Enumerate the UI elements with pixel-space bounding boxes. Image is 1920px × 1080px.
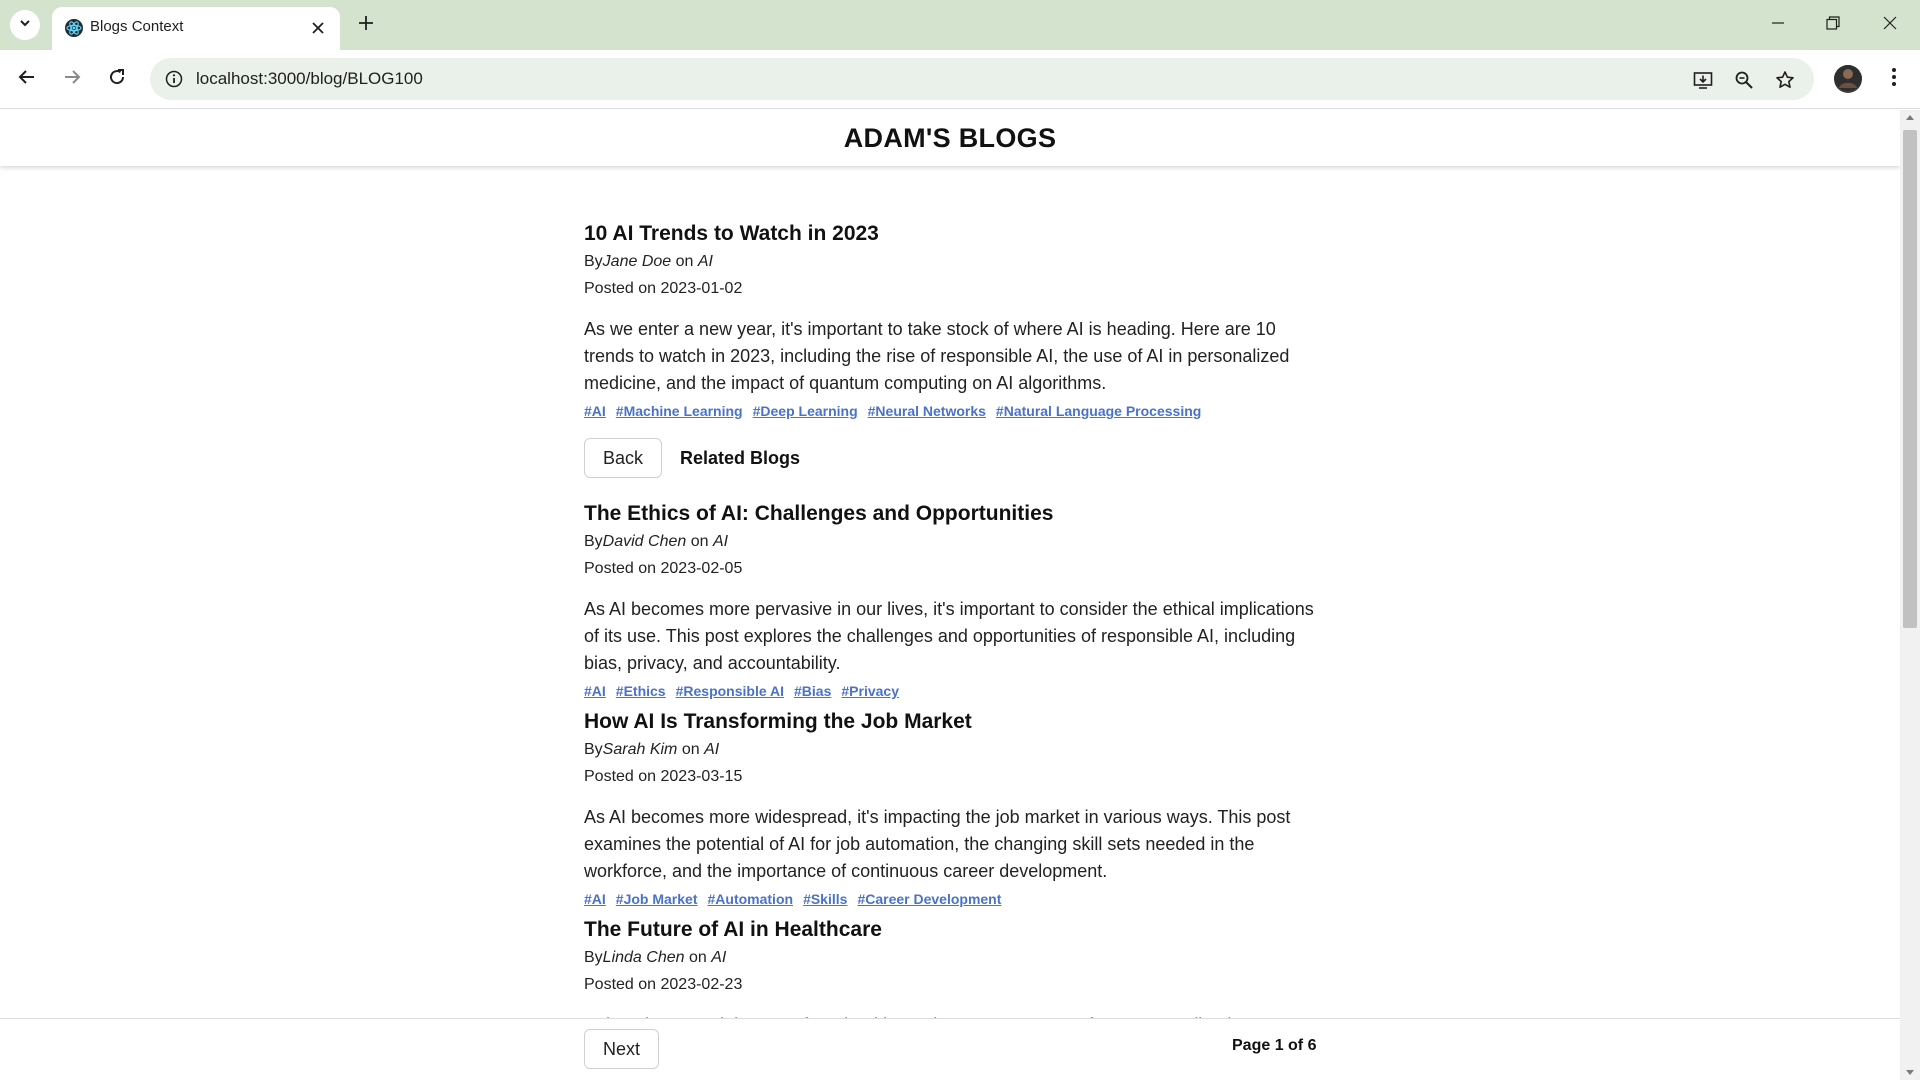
related-post-category: AI (711, 949, 727, 966)
url-text[interactable]: localhost:3000/blog/BLOG100 (196, 69, 423, 89)
restore-button[interactable] (1813, 10, 1853, 40)
post-actions: Back Related Blogs (584, 438, 1324, 478)
zoom-icon[interactable] (1731, 67, 1757, 93)
site-header: ADAM'S BLOGS (0, 110, 1900, 166)
new-tab-button[interactable] (352, 11, 380, 39)
tab-search-button[interactable] (10, 10, 40, 40)
reload-button[interactable] (101, 63, 133, 95)
related-post-author: Sarah Kim (602, 741, 678, 758)
related-post-meta: BySarah Kim on AI (584, 736, 1324, 763)
by-prefix: By (584, 533, 603, 550)
related-post-tags: #AI #Ethics #Responsible AI #Bias #Privacy (584, 681, 1324, 702)
on-word: on (684, 949, 712, 966)
profile-avatar[interactable] (1834, 65, 1862, 93)
close-icon[interactable] (308, 18, 328, 38)
tag-link[interactable]: #AI (584, 403, 606, 419)
tag-link[interactable]: #Responsible AI (676, 683, 784, 699)
browser-menu-button[interactable] (1878, 63, 1910, 95)
react-atom-icon (62, 16, 86, 40)
related-post-date: Posted on 2023-03-15 (584, 768, 743, 785)
tab-title: Blogs Context (90, 18, 184, 35)
related-post-title[interactable]: The Ethics of AI: Challenges and Opportu… (584, 500, 1324, 528)
on-word: on (686, 533, 713, 550)
install-app-icon[interactable] (1690, 67, 1716, 93)
plus-icon (358, 15, 374, 36)
blog-content: 10 AI Trends to Watch in 2023 ByJane Doe… (584, 220, 1324, 1045)
back-button[interactable]: Back (584, 438, 663, 478)
tag-link[interactable]: #Skills (803, 891, 847, 907)
related-post-author: Linda Chen (602, 949, 685, 966)
next-button[interactable]: Next (584, 1029, 660, 1069)
kebab-menu-icon (1891, 67, 1897, 92)
info-icon[interactable] (162, 67, 186, 91)
related-post-body: As AI becomes more widespread, it's impa… (584, 807, 1291, 881)
tag-link[interactable]: #Job Market (616, 891, 698, 907)
post-meta: ByJane Doe on AI (584, 248, 1324, 275)
arrow-right-icon (63, 68, 81, 91)
tab-blogs-context[interactable]: Blogs Context (52, 7, 340, 50)
tag-link[interactable]: #AI (584, 891, 606, 907)
page-viewport: ADAM'S BLOGS 10 AI Trends to Watch in 20… (0, 110, 1920, 1080)
post-tags: #AI #Machine Learning #Deep Learning #Neura… (584, 401, 1324, 422)
forward-nav-button[interactable] (56, 63, 88, 95)
post-body: As we enter a new year, it's important t… (584, 319, 1290, 393)
tag-link[interactable]: #Privacy (841, 683, 899, 699)
browser-toolbar: localhost:3000/blog/BLOG100 (0, 50, 1920, 109)
post-category: AI (697, 253, 713, 270)
related-post-tags: #AI #Job Market #Automation #Skills #Career … (584, 889, 1324, 910)
restore-icon (1826, 15, 1840, 35)
related-post-date: Posted on 2023-02-05 (584, 560, 743, 577)
main-post: 10 AI Trends to Watch in 2023 ByJane Doe… (584, 220, 1324, 422)
window-close-button[interactable] (1870, 10, 1910, 40)
window-close-icon (1883, 16, 1897, 35)
tag-link[interactable]: #Machine Learning (616, 403, 743, 419)
post-author: Jane Doe (602, 253, 672, 270)
by-prefix: By (584, 949, 603, 966)
related-blogs-list: The Ethics of AI: Challenges and Opportu… (584, 500, 1324, 1039)
page-scrollbar[interactable] (1900, 110, 1920, 1080)
minimize-icon (1771, 16, 1785, 35)
related-post-category: AI (712, 533, 729, 550)
page-indicator: Page 1 of 6 (1232, 1037, 1317, 1054)
related-post-meta: ByLinda Chen on AI (584, 944, 1324, 971)
tag-link[interactable]: #Neural Networks (868, 403, 986, 419)
scroll-down-arrow-icon[interactable] (1905, 1068, 1915, 1078)
address-bar[interactable]: localhost:3000/blog/BLOG100 (150, 58, 1814, 100)
minimize-button[interactable] (1758, 10, 1798, 40)
post-title: 10 AI Trends to Watch in 2023 (584, 222, 879, 245)
related-post-category: AI (704, 741, 720, 758)
tag-link[interactable]: #AI (584, 683, 606, 699)
on-word: on (677, 741, 705, 758)
by-prefix: By (584, 741, 603, 758)
related-post-title[interactable]: How AI Is Transforming the Job Market (584, 708, 1324, 736)
tag-link[interactable]: #Bias (794, 683, 831, 699)
related-post-author: David Chen (602, 533, 687, 550)
related-post-date: Posted on 2023-02-23 (584, 976, 743, 993)
tag-link[interactable]: #Career Development (857, 891, 1001, 907)
on-word: on (671, 253, 698, 270)
pagination-bar: Next Page 1 of 6 (0, 1018, 1900, 1080)
related-blogs-heading: Related Blogs (680, 447, 801, 468)
avatar-icon (1834, 65, 1862, 93)
scrollbar-thumb[interactable] (1903, 130, 1917, 628)
chevron-down-icon (18, 16, 32, 35)
star-icon[interactable] (1772, 67, 1798, 93)
scroll-up-arrow-icon[interactable] (1905, 112, 1915, 122)
related-post: How AI Is Transforming the Job Market By… (584, 708, 1324, 910)
related-post-meta: ByDavid Chen on AI (584, 528, 1324, 555)
tag-link[interactable]: #Ethics (616, 683, 666, 699)
related-post-title[interactable]: The Future of AI in Healthcare (584, 916, 1324, 944)
tag-link[interactable]: #Automation (708, 891, 794, 907)
arrow-left-icon (18, 68, 36, 91)
browser-tab-bar: Blogs Context (0, 0, 1920, 50)
related-post-body: As AI becomes more pervasive in our live… (584, 599, 1314, 673)
by-prefix: By (584, 253, 603, 270)
back-nav-button[interactable] (11, 63, 43, 95)
tag-link[interactable]: #Natural Language Processing (996, 403, 1201, 419)
post-date: Posted on 2023-01-02 (584, 280, 743, 297)
reload-icon (108, 68, 126, 91)
site-title: ADAM'S BLOGS (843, 122, 1057, 153)
related-post: The Ethics of AI: Challenges and Opportu… (584, 500, 1324, 702)
tag-link[interactable]: #Deep Learning (753, 403, 858, 419)
